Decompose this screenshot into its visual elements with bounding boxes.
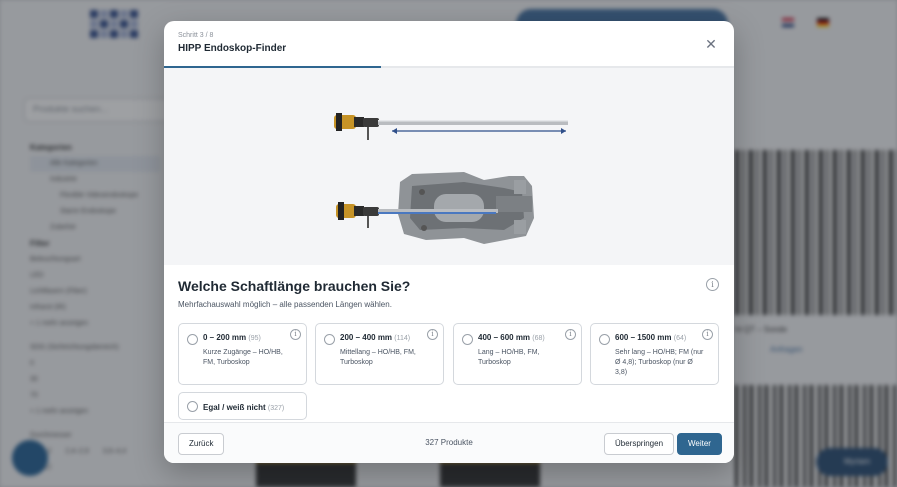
engine-cutaway [398, 172, 534, 244]
radio-button[interactable] [462, 334, 473, 345]
radio-button[interactable] [187, 401, 198, 412]
question-title: Welche Schaftlänge brauchen Sie? [178, 278, 411, 294]
modal-title: HIPP Endoskop-Finder [178, 43, 287, 54]
info-icon[interactable]: i [427, 329, 438, 340]
option-label: 600 – 1500 mm (64) [615, 333, 687, 342]
option-description: Sehr lang – HO/HB; FM (nur Ø 4,8); Turbo… [615, 349, 704, 376]
option-label: Egal / weiß nicht (327) [203, 403, 285, 412]
option-dont-know[interactable]: Egal / weiß nicht (327) [178, 392, 307, 420]
option-600-1500mm[interactable]: i 600 – 1500 mm (64) Sehr lang – HO/HB; … [590, 323, 719, 385]
option-count: (68) [532, 335, 545, 342]
option-200-400mm[interactable]: i 200 – 400 mm (114) Mittellang – HO/HB,… [315, 323, 444, 385]
length-arrow [392, 128, 566, 134]
radio-button[interactable] [599, 334, 610, 345]
question-hint: Mehrfachauswahl möglich – alle passenden… [178, 300, 392, 309]
info-icon[interactable]: i [565, 329, 576, 340]
option-description: Lang – HO/HB, FM, Turboskop [478, 349, 540, 366]
close-icon[interactable]: ✕ [704, 37, 718, 51]
option-label: 200 – 400 mm (114) [340, 333, 411, 342]
option-description: Kurze Zugänge – HO/HB, FM, Turboskop [203, 349, 283, 366]
step-indicator: Schritt 3 / 8 [178, 32, 214, 39]
skip-button[interactable]: Überspringen [604, 433, 675, 455]
endoscope-finder-modal: Schritt 3 / 8 HIPP Endoskop-Finder ✕ Wel… [164, 21, 734, 463]
option-count: (327) [267, 405, 285, 412]
option-400-600mm[interactable]: i 400 – 600 mm (68) Lang – HO/HB, FM, Tu… [453, 323, 582, 385]
endoscope-illustration [164, 68, 734, 265]
option-label: 0 – 200 mm (95) [203, 333, 261, 342]
endoscope-top [334, 113, 568, 140]
radio-button[interactable] [187, 334, 198, 345]
endoscope-illustration-svg [334, 113, 568, 244]
info-icon[interactable]: i [706, 278, 719, 291]
info-icon[interactable]: i [290, 329, 301, 340]
option-description: Mittellang – HO/HB, FM, Turboskop [340, 349, 416, 366]
modal-footer: Zurück 327 Produkte Überspringen Weiter [164, 422, 734, 463]
option-count: (64) [673, 335, 687, 342]
option-label: 400 – 600 mm (68) [478, 333, 545, 342]
next-button[interactable]: Weiter [677, 433, 722, 455]
info-icon[interactable]: i [702, 329, 713, 340]
option-count: (95) [248, 335, 261, 342]
radio-button[interactable] [324, 334, 335, 345]
option-count: (114) [394, 335, 411, 342]
modal-header: Schritt 3 / 8 HIPP Endoskop-Finder ✕ [164, 21, 734, 66]
option-0-200mm[interactable]: i 0 – 200 mm (95) Kurze Zugänge – HO/HB,… [178, 323, 307, 385]
